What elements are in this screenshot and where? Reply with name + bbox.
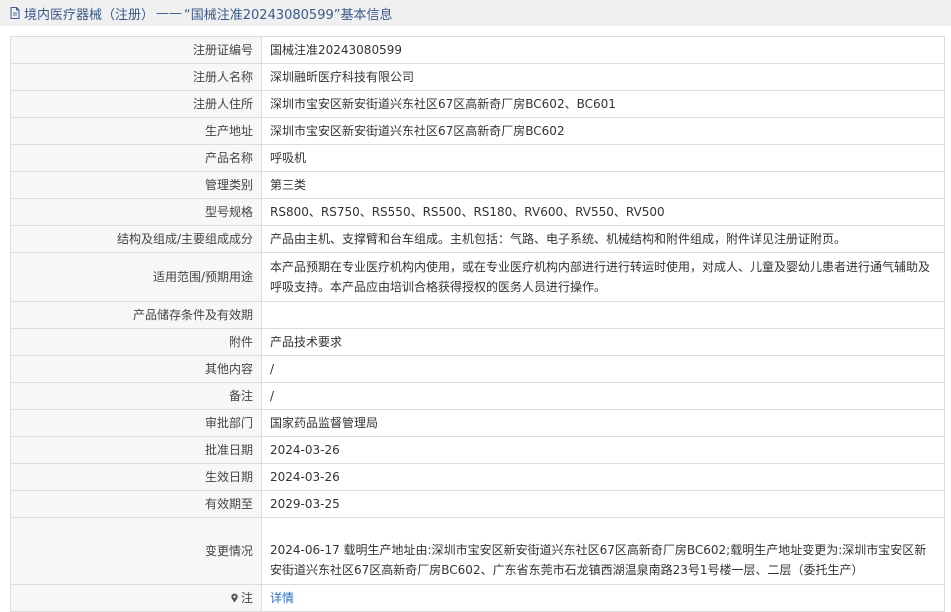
field-label: 型号规格 [10, 198, 262, 226]
field-value: 产品由主机、支撑臂和台车组成。主机包括：气路、电子系统、机械结构和附件组成，附件… [261, 225, 945, 253]
field-value: 本产品预期在专业医疗机构内使用，或在专业医疗机构内部进行进行转运时使用，对成人、… [261, 252, 945, 302]
table-row: 生产地址 深圳市宝安区新安街道兴东社区67区高新奇厂房BC602 [10, 117, 945, 145]
field-value: / [261, 382, 945, 410]
field-label: 注册人名称 [10, 63, 262, 91]
field-value: 国家药品监督管理局 [261, 409, 945, 437]
field-value: 2024-03-26 [261, 436, 945, 464]
field-label: 产品名称 [10, 144, 262, 172]
field-value: 2024-03-26 [261, 463, 945, 491]
field-value: 2024-06-17 载明生产地址由:深圳市宝安区新安街道兴东社区67区高新奇厂… [261, 517, 945, 585]
note-label: 注 [240, 591, 253, 605]
table-row: 产品储存条件及有效期 [10, 301, 945, 329]
header-title: “国械注准20243080599”基本信息 [184, 7, 393, 23]
table-row: 批准日期 2024-03-26 [10, 436, 945, 464]
info-table: 注册证编号 国械注准20243080599 注册人名称 深圳融昕医疗科技有限公司… [10, 36, 945, 612]
table-row: 注册人名称 深圳融昕医疗科技有限公司 [10, 63, 945, 91]
details-link[interactable]: 详情 [270, 591, 294, 605]
header-dash: —— [156, 5, 183, 21]
table-row: 备注 / [10, 382, 945, 410]
table-row: 型号规格 RS800、RS750、RS550、RS500、RS180、RV600… [10, 198, 945, 226]
field-label: 其他内容 [10, 355, 262, 383]
field-label: 适用范围/预期用途 [10, 252, 262, 302]
field-label: 生效日期 [10, 463, 262, 491]
pin-icon [230, 593, 239, 603]
table-row: 适用范围/预期用途 本产品预期在专业医疗机构内使用，或在专业医疗机构内部进行进行… [10, 252, 945, 302]
field-value: 深圳市宝安区新安街道兴东社区67区高新奇厂房BC602 [261, 117, 945, 145]
page-header: 境内医疗器械（注册） —— “国械注准20243080599”基本信息 [0, 0, 951, 26]
table-row: 注册人住所 深圳市宝安区新安街道兴东社区67区高新奇厂房BC602、BC601 [10, 90, 945, 118]
info-panel: 注册证编号 国械注准20243080599 注册人名称 深圳融昕医疗科技有限公司… [0, 26, 951, 612]
field-label: 管理类别 [10, 171, 262, 199]
table-row: 变更情况 2024-06-17 载明生产地址由:深圳市宝安区新安街道兴东社区67… [10, 517, 945, 585]
field-value: 第三类 [261, 171, 945, 199]
field-label: 产品储存条件及有效期 [10, 301, 262, 329]
table-row: 其他内容 / [10, 355, 945, 383]
table-row: 有效期至 2029-03-25 [10, 490, 945, 518]
field-value: 产品技术要求 [261, 328, 945, 356]
field-label: 批准日期 [10, 436, 262, 464]
table-row: 审批部门 国家药品监督管理局 [10, 409, 945, 437]
field-label: 生产地址 [10, 117, 262, 145]
field-label: 有效期至 [10, 490, 262, 518]
field-label: 注册人住所 [10, 90, 262, 118]
field-label: 结构及组成/主要组成成分 [10, 225, 262, 253]
table-row-note: 注 详情 [10, 584, 945, 612]
field-label: 审批部门 [10, 409, 262, 437]
field-value: 深圳融昕医疗科技有限公司 [261, 63, 945, 91]
table-row: 生效日期 2024-03-26 [10, 463, 945, 491]
field-value [261, 301, 945, 329]
header-section: 境内医疗器械（注册） [24, 7, 155, 23]
table-row: 产品名称 呼吸机 [10, 144, 945, 172]
field-label: 附件 [10, 328, 262, 356]
field-label: 变更情况 [10, 517, 262, 585]
table-row: 注册证编号 国械注准20243080599 [10, 36, 945, 64]
field-value: 呼吸机 [261, 144, 945, 172]
field-value: 深圳市宝安区新安街道兴东社区67区高新奇厂房BC602、BC601 [261, 90, 945, 118]
note-value: 详情 [261, 584, 945, 612]
table-row: 结构及组成/主要组成成分 产品由主机、支撑臂和台车组成。主机包括：气路、电子系统… [10, 225, 945, 253]
field-value: 国械注准20243080599 [261, 36, 945, 64]
note-label-cell: 注 [10, 584, 262, 612]
table-row: 附件 产品技术要求 [10, 328, 945, 356]
field-label: 注册证编号 [10, 36, 262, 64]
field-label: 备注 [10, 382, 262, 410]
field-value: RS800、RS750、RS550、RS500、RS180、RV600、RV55… [261, 198, 945, 226]
field-value: / [261, 355, 945, 383]
document-icon [8, 6, 22, 20]
field-value: 2029-03-25 [261, 490, 945, 518]
table-row: 管理类别 第三类 [10, 171, 945, 199]
